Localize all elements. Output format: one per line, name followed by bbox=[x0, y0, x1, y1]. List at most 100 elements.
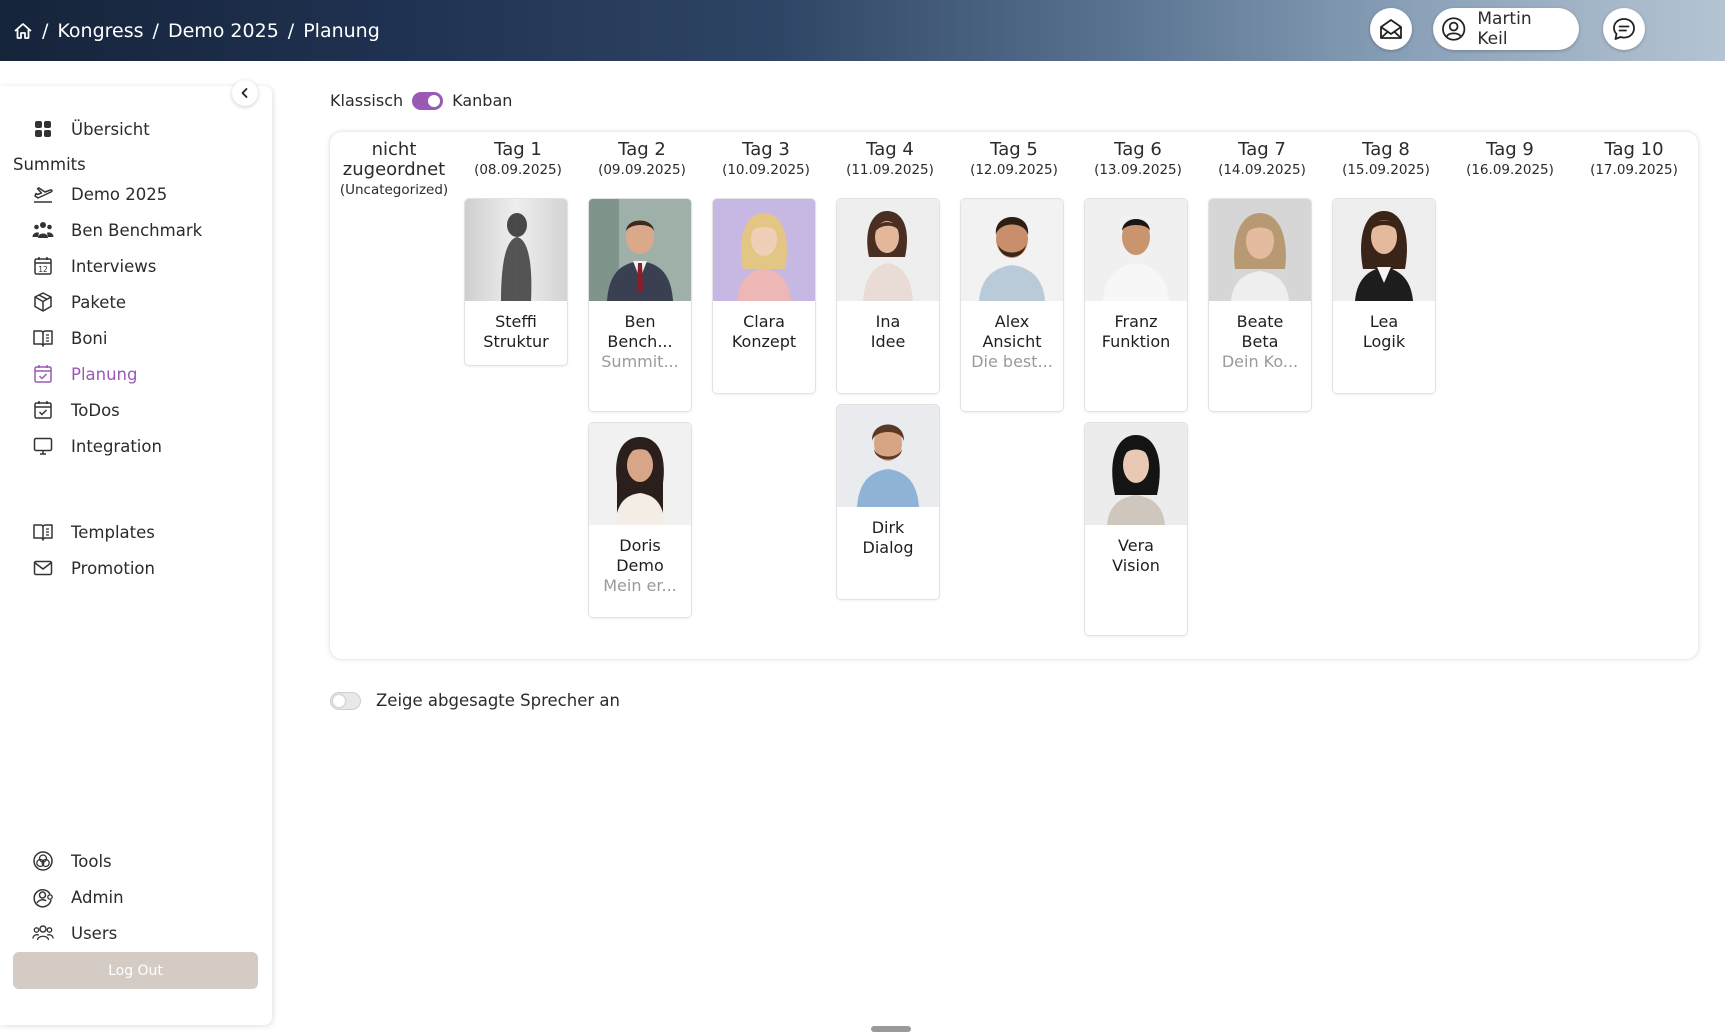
column-subtitle: (Uncategorized) bbox=[339, 182, 449, 198]
summits-section-label: Summits bbox=[13, 155, 86, 174]
sidebar-item-label: Übersicht bbox=[71, 119, 150, 139]
column-header-tag-10: Tag 10 (17.09.2025) bbox=[1572, 140, 1696, 179]
sidebar-item-planung[interactable]: Planung bbox=[32, 360, 138, 388]
speaker-name: Doris Demo bbox=[616, 536, 664, 575]
column-title: Tag 7 bbox=[1238, 139, 1286, 160]
sidebar-item-tools[interactable]: Tools bbox=[32, 847, 112, 875]
open-book-icon bbox=[32, 521, 54, 543]
speaker-photo bbox=[589, 423, 691, 525]
sidebar-item-integration[interactable]: Integration bbox=[32, 432, 162, 460]
sidebar-item-interviews[interactable]: 12 Interviews bbox=[32, 252, 156, 280]
column-date: (08.09.2025) bbox=[474, 162, 562, 178]
sidebar: Übersicht Summits Demo 2025 Ben Benchmar… bbox=[0, 80, 272, 1025]
speaker-card[interactable]: Doris Demo Mein er... bbox=[588, 422, 692, 618]
sidebar-item-todos[interactable]: ToDos bbox=[32, 396, 120, 424]
speaker-name: Vera Vision bbox=[1112, 536, 1160, 575]
speaker-photo bbox=[1333, 199, 1435, 301]
speaker-photo bbox=[713, 199, 815, 301]
envelope-open-icon bbox=[1380, 19, 1402, 39]
column-title: Tag 5 bbox=[990, 139, 1038, 160]
top-bar: / Kongress / Demo 2025 / Planung Martin … bbox=[0, 0, 1725, 61]
speaker-card[interactable]: Clara Konzept bbox=[712, 198, 816, 394]
speaker-name: Alex Ansicht bbox=[982, 312, 1042, 351]
column-date: (09.09.2025) bbox=[598, 162, 686, 178]
column-header-tag-3: Tag 3 (10.09.2025) bbox=[704, 140, 828, 179]
column-header-uncategorized: nicht zugeordnet (Uncategorized) bbox=[332, 140, 456, 199]
speaker-subtitle: Mein er... bbox=[603, 576, 677, 595]
envelope-icon bbox=[32, 557, 54, 579]
column-date: (11.09.2025) bbox=[846, 162, 934, 178]
column-date: (14.09.2025) bbox=[1218, 162, 1306, 178]
column-header-tag-2: Tag 2 (09.09.2025) bbox=[580, 140, 704, 179]
speaker-card[interactable]: Vera Vision bbox=[1084, 422, 1188, 636]
mail-button[interactable] bbox=[1370, 8, 1412, 50]
speaker-card[interactable]: Steffi Struktur bbox=[464, 198, 568, 366]
speaker-name: Steffi Struktur bbox=[483, 312, 549, 351]
chat-button[interactable] bbox=[1603, 8, 1645, 50]
column-header-tag-8: Tag 8 (15.09.2025) bbox=[1324, 140, 1448, 179]
speaker-card[interactable]: Franz Funktion bbox=[1084, 198, 1188, 412]
sidebar-item-demo-2025[interactable]: Demo 2025 bbox=[32, 180, 167, 208]
speaker-name: Lea Logik bbox=[1362, 312, 1406, 351]
people-group-icon bbox=[32, 219, 54, 241]
chat-bubble-icon bbox=[1613, 18, 1635, 40]
speaker-name: Ben Bench... bbox=[607, 312, 673, 351]
column-title: Tag 2 bbox=[618, 139, 666, 160]
column-date: (12.09.2025) bbox=[970, 162, 1058, 178]
user-menu-button[interactable]: Martin Keil bbox=[1433, 8, 1579, 50]
speaker-photo bbox=[465, 199, 567, 301]
breadcrumb-kongress[interactable]: Kongress bbox=[57, 20, 143, 42]
column-date: (13.09.2025) bbox=[1094, 162, 1182, 178]
column-header-tag-7: Tag 7 (14.09.2025) bbox=[1200, 140, 1324, 179]
speaker-card[interactable]: Ina Idee bbox=[836, 198, 940, 394]
column-header-tag-4: Tag 4 (11.09.2025) bbox=[828, 140, 952, 179]
open-book-icon bbox=[32, 327, 54, 349]
sidebar-item-label: Pakete bbox=[71, 292, 127, 312]
kanban-board: nicht zugeordnet (Uncategorized) Tag 1 (… bbox=[330, 132, 1698, 659]
column-header-tag-1: Tag 1 (08.09.2025) bbox=[456, 140, 580, 179]
users-icon bbox=[32, 922, 54, 944]
calendar-todo-icon bbox=[32, 399, 54, 421]
chevron-left-icon bbox=[241, 88, 248, 98]
speaker-name: Dirk Dialog bbox=[862, 518, 914, 557]
speaker-photo bbox=[837, 199, 939, 301]
sidebar-item-overview[interactable]: Übersicht bbox=[32, 115, 150, 143]
speaker-photo bbox=[837, 405, 939, 507]
breadcrumb-demo-2025[interactable]: Demo 2025 bbox=[168, 20, 279, 42]
show-cancelled-label: Zeige abgesagte Sprecher an bbox=[376, 691, 620, 710]
sidebar-item-ben-benchmark[interactable]: Ben Benchmark bbox=[32, 216, 202, 244]
speaker-card[interactable]: Alex Ansicht Die best... bbox=[960, 198, 1064, 412]
home-icon[interactable] bbox=[13, 21, 33, 41]
speaker-card[interactable]: Ben Bench... Summit... bbox=[588, 198, 692, 412]
sidebar-item-promotion[interactable]: Promotion bbox=[32, 554, 155, 582]
column-date: (10.09.2025) bbox=[722, 162, 810, 178]
speaker-card[interactable]: Dirk Dialog bbox=[836, 404, 940, 600]
speaker-card[interactable]: Lea Logik bbox=[1332, 198, 1436, 394]
sidebar-item-label: Admin bbox=[71, 887, 124, 907]
sidebar-item-templates[interactable]: Templates bbox=[32, 518, 155, 546]
column-date: (15.09.2025) bbox=[1342, 162, 1430, 178]
sidebar-item-boni[interactable]: Boni bbox=[32, 324, 107, 352]
show-cancelled-switch[interactable] bbox=[330, 691, 361, 710]
speaker-card[interactable]: Beate Beta Dein Ko... bbox=[1208, 198, 1312, 412]
column-title: Tag 8 bbox=[1362, 139, 1410, 160]
sidebar-item-label: Ben Benchmark bbox=[71, 220, 203, 240]
monitor-icon bbox=[32, 435, 54, 457]
column-title: Tag 4 bbox=[866, 139, 914, 160]
sidebar-item-label: ToDos bbox=[71, 400, 120, 420]
logout-button[interactable]: Log Out bbox=[13, 952, 258, 989]
sidebar-item-users[interactable]: Users bbox=[32, 919, 117, 947]
speaker-subtitle: Die best... bbox=[971, 352, 1053, 371]
view-classic-label[interactable]: Klassisch bbox=[330, 91, 403, 110]
column-header-tag-6: Tag 6 (13.09.2025) bbox=[1076, 140, 1200, 179]
sidebar-collapse-button[interactable] bbox=[232, 80, 258, 106]
scroll-handle[interactable] bbox=[871, 1026, 911, 1032]
speaker-photo bbox=[1085, 423, 1187, 525]
sidebar-item-pakete[interactable]: Pakete bbox=[32, 288, 126, 316]
view-mode-switch[interactable] bbox=[412, 91, 444, 110]
speaker-name: Beate Beta bbox=[1236, 312, 1284, 351]
grid-icon bbox=[32, 118, 54, 140]
sidebar-item-label: Demo 2025 bbox=[71, 184, 168, 204]
sidebar-item-admin[interactable]: Admin bbox=[32, 883, 124, 911]
view-kanban-label[interactable]: Kanban bbox=[452, 91, 512, 110]
